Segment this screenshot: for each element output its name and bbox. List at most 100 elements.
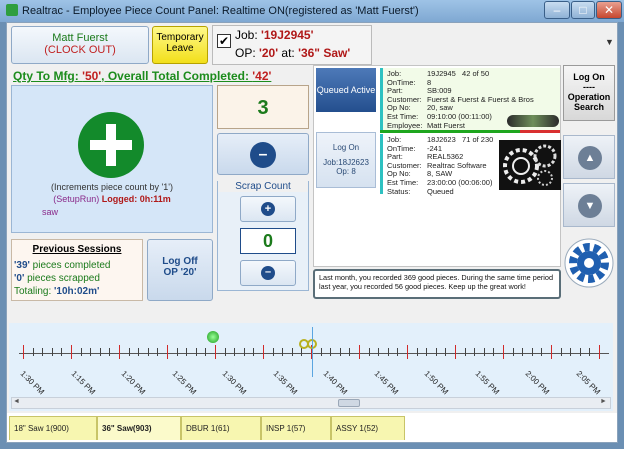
logon-op-line3: Operation — [567, 92, 611, 102]
at-label: at: — [278, 46, 299, 60]
piece-count-display: 3 — [217, 85, 309, 129]
timeline-minor-tick — [387, 348, 389, 356]
scroll-right-icon[interactable]: ► — [600, 398, 607, 405]
clock-out-button[interactable]: Matt Fuerst (CLOCK OUT) — [11, 26, 149, 64]
totaling-value: '10h:02m' — [54, 286, 100, 297]
queue-logon-line3: Op: 8 — [336, 167, 356, 176]
scrap-decrement-button[interactable]: – — [240, 260, 296, 286]
qty-mfg-value: '50' — [82, 69, 102, 83]
job-line: Job: '19J2945' — [235, 28, 313, 42]
minus-small-icon: – — [261, 266, 275, 280]
timeline-minor-tick — [579, 348, 581, 356]
increment-button[interactable]: (Increments piece count by '1') (SetupRu… — [11, 85, 213, 233]
realtime-checkbox[interactable]: ✔ — [217, 34, 231, 48]
timeline-minor-tick — [119, 345, 120, 359]
timeline-tick-label: 1:35 PM — [271, 369, 299, 397]
timeline-minor-tick — [570, 348, 572, 356]
timeline-minor-tick — [599, 345, 600, 359]
scroll-thumb[interactable] — [338, 399, 360, 407]
log-off-line2: OP '20' — [163, 267, 197, 278]
tab-18-saw[interactable]: 18" Saw 1(900) — [9, 416, 97, 440]
scroll-down-button[interactable]: ▼ — [563, 183, 615, 227]
timeline-minor-tick — [493, 348, 495, 356]
logon-op-line4: Search — [573, 102, 605, 112]
motivation-message: Last month, you recorded 369 good pieces… — [313, 269, 561, 299]
timeline-minor-tick — [23, 345, 24, 359]
setup-run: (SetupRun) — [53, 194, 102, 204]
current-time-marker-icon[interactable] — [299, 339, 319, 351]
minus-icon: – — [250, 142, 276, 168]
close-button[interactable]: ✕ — [596, 1, 622, 19]
event-marker-icon[interactable] — [207, 331, 219, 343]
timeline-scrollbar[interactable]: ◄ ► — [11, 397, 611, 409]
chevron-down-icon: ▼ — [578, 194, 602, 218]
timeline-minor-tick — [368, 348, 370, 356]
logon-op-line1: Log On — [573, 72, 605, 82]
scrap-title: Scrap Count — [218, 181, 308, 192]
saw-image-icon — [507, 115, 559, 127]
timeline-minor-tick — [483, 348, 485, 356]
pieces-completed-value: '39' — [14, 260, 30, 271]
scroll-left-icon[interactable]: ◄ — [13, 398, 20, 405]
job-queue-panel: Queued Active Log On Job:18J2623 Op: 8 J… — [313, 65, 561, 267]
tab-dbur[interactable]: DBUR 1(61) — [181, 416, 261, 440]
qty-mid: , Overall Total Completed: — [101, 69, 253, 83]
logon-op-line2: ---- — [583, 82, 595, 92]
increment-desc: (Increments piece count by '1') — [51, 182, 173, 192]
scroll-up-button[interactable]: ▲ — [563, 135, 615, 179]
queued-active-button[interactable]: Queued Active — [316, 68, 376, 112]
job2-job-extra: 71 of 230 — [462, 135, 494, 144]
timeline-minor-tick — [80, 348, 82, 356]
timeline-minor-tick — [339, 348, 341, 356]
queue-job-card-active[interactable]: Job: 19J2945 42 of 50 OnTime: 8 Part: SB:00… — [380, 68, 560, 130]
job1-emp-k: Employee: — [387, 120, 423, 130]
timeline-tick-label: 1:45 PM — [372, 369, 400, 397]
maximize-button[interactable]: □ — [571, 1, 595, 19]
tab-insp[interactable]: INSP 1(57) — [261, 416, 331, 440]
timeline-minor-tick — [272, 348, 274, 356]
window-title: Realtrac - Employee Piece Count Panel: R… — [22, 5, 419, 17]
job1-emp-v: Matt Fuerst — [427, 120, 465, 130]
timeline-minor-tick — [445, 348, 447, 356]
settings-button[interactable] — [563, 237, 615, 289]
temporary-leave-button[interactable]: Temporary Leave — [152, 26, 208, 64]
timeline-minor-tick — [147, 348, 149, 356]
timeline-minor-tick — [407, 345, 408, 359]
timeline-minor-tick — [32, 348, 34, 356]
tab-assy[interactable]: ASSY 1(52) — [331, 416, 405, 440]
job-prefix: Job: — [235, 28, 262, 42]
timeline-tick-label: 1:30 PM — [18, 369, 47, 397]
timeline-minor-tick — [61, 348, 63, 356]
log-on-operation-search-button[interactable]: Log On ---- Operation Search — [563, 65, 615, 121]
job2-status-v: Queued — [427, 186, 454, 196]
minimize-button[interactable]: – — [544, 1, 570, 19]
timeline-minor-tick — [359, 345, 360, 359]
job1-job-extra: 42 of 50 — [462, 69, 490, 78]
timeline-minor-tick — [157, 348, 159, 356]
timeline-minor-tick — [205, 348, 207, 356]
tab-36-saw[interactable]: 36" Saw(903) — [97, 416, 181, 440]
qty-completed-value: '42' — [252, 69, 272, 83]
queue-job-card[interactable]: Job: 18J2623 71 of 230 OnTime: -241 Part: R… — [380, 134, 561, 196]
queue-logon-line1: Log On — [332, 143, 360, 152]
log-off-op-button[interactable]: Log Off OP '20' — [147, 239, 213, 301]
gears-image-icon — [499, 140, 561, 190]
queue-log-on-button[interactable]: Log On Job:18J2623 Op: 8 — [316, 132, 376, 188]
queue-logon-line2: Job:18J2623 — [323, 158, 369, 167]
timeline-tick-label: 1:30 PM — [220, 369, 249, 397]
timeline-minor-tick — [416, 348, 418, 356]
user-name: Matt Fuerst — [52, 32, 108, 44]
job-value: '19J2945' — [261, 28, 314, 42]
chevron-down-icon[interactable]: ▼ — [605, 37, 614, 47]
decrement-button[interactable]: – — [217, 133, 309, 175]
title-bar: Realtrac - Employee Piece Count Panel: R… — [0, 0, 624, 22]
timeline-minor-tick — [167, 345, 168, 359]
totaling-line: Totaling: '10h:02m' — [14, 286, 99, 297]
app-icon — [6, 4, 18, 16]
logged-time: Logged: 0h:11m — [101, 194, 171, 204]
scrap-increment-button[interactable]: + — [240, 196, 296, 222]
timeline-minor-tick — [455, 345, 456, 359]
machine-tabs: 18" Saw 1(900) 36" Saw(903) DBUR 1(61) I… — [7, 413, 617, 442]
timeline-minor-tick — [426, 348, 428, 356]
timeline-minor-tick — [522, 348, 524, 356]
